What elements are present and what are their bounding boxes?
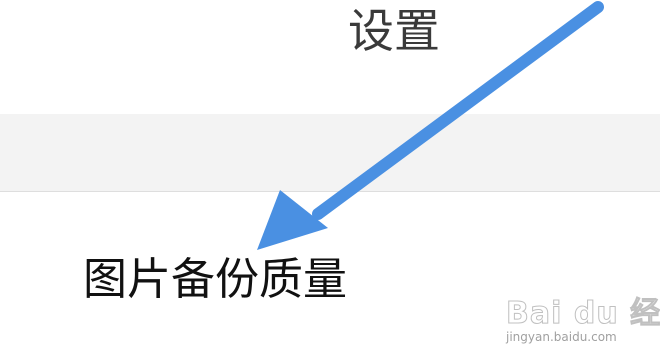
watermark: Bai du 经验 jingyan.baidu.com (505, 288, 660, 352)
watermark-url: jingyan.baidu.com (506, 330, 617, 344)
watermark-logo: Bai du 经验 (505, 296, 660, 332)
arrow-shaft (312, 1, 604, 220)
arrow-head (257, 190, 328, 250)
